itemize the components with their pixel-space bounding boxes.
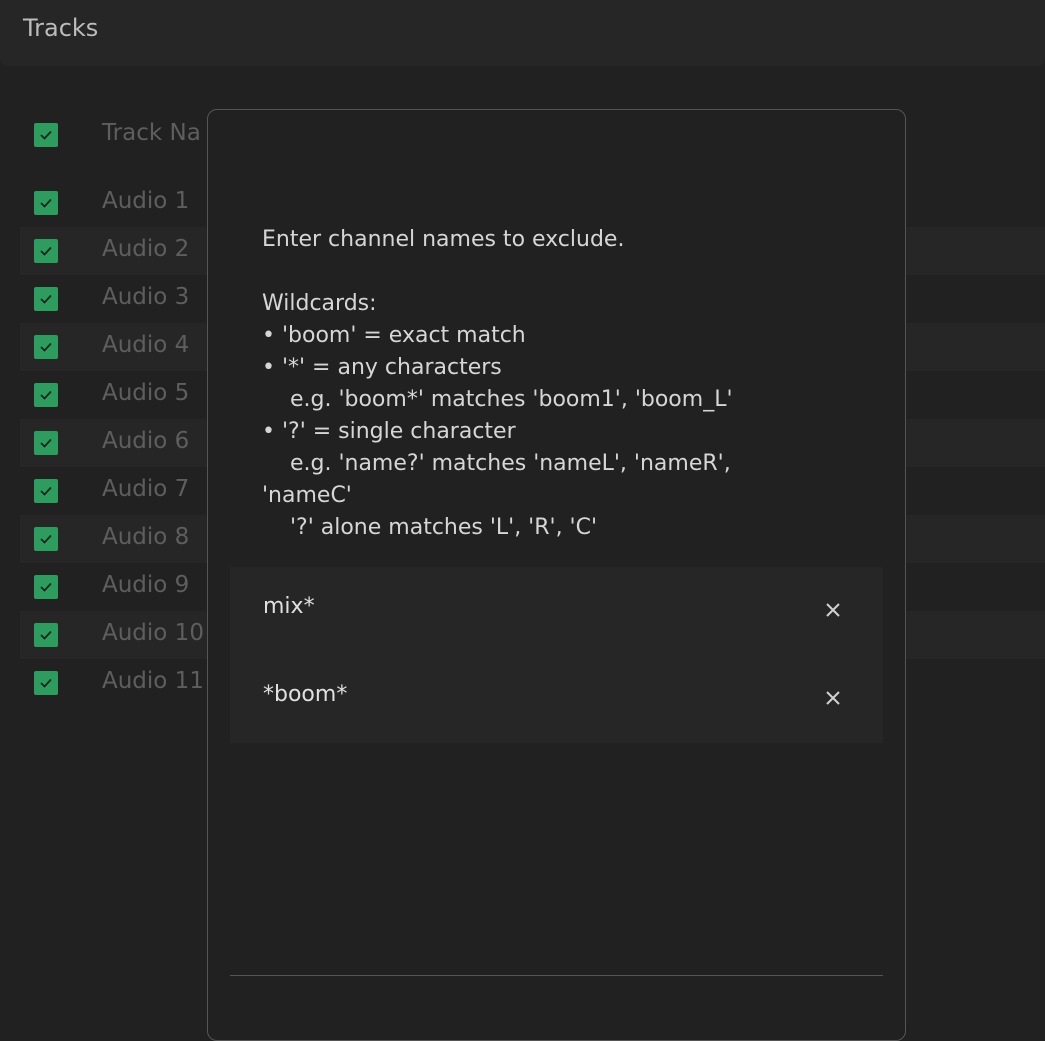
track-name: Audio 9 xyxy=(102,572,190,598)
track-checkbox[interactable] xyxy=(34,191,58,215)
tracks-header: Tracks xyxy=(0,0,1045,66)
dialog-divider xyxy=(230,975,883,976)
track-name: Audio 10 xyxy=(102,620,204,646)
check-icon xyxy=(40,246,52,256)
exclude-channels-dialog: Enter channel names to exclude. Wildcard… xyxy=(207,109,906,1041)
check-icon xyxy=(40,630,52,640)
track-checkbox[interactable] xyxy=(34,239,58,263)
check-icon xyxy=(40,198,52,208)
track-name: Audio 8 xyxy=(102,524,190,550)
check-icon xyxy=(40,390,52,400)
exclusion-list: mix* *boom* xyxy=(230,567,883,743)
track-name: Audio 7 xyxy=(102,476,190,502)
check-icon xyxy=(40,294,52,304)
check-icon xyxy=(40,438,52,448)
track-name: Audio 3 xyxy=(102,284,190,310)
column-header-track-name[interactable]: Track Na xyxy=(102,120,201,146)
check-icon xyxy=(40,342,52,352)
track-checkbox[interactable] xyxy=(34,575,58,599)
track-checkbox[interactable] xyxy=(34,431,58,455)
track-name: Audio 2 xyxy=(102,236,190,262)
check-icon xyxy=(40,534,52,544)
track-name: Audio 4 xyxy=(102,332,190,358)
exclusion-value: mix* xyxy=(263,594,315,619)
track-checkbox[interactable] xyxy=(34,623,58,647)
close-icon[interactable] xyxy=(824,689,842,707)
track-checkbox[interactable] xyxy=(34,479,58,503)
track-checkbox[interactable] xyxy=(34,383,58,407)
select-all-checkbox[interactable] xyxy=(34,123,58,147)
track-checkbox[interactable] xyxy=(34,671,58,695)
check-icon xyxy=(40,130,52,140)
track-name: Audio 1 xyxy=(102,188,190,214)
check-icon xyxy=(40,582,52,592)
check-icon xyxy=(40,678,52,688)
track-checkbox[interactable] xyxy=(34,335,58,359)
track-checkbox[interactable] xyxy=(34,527,58,551)
exclusion-item[interactable]: mix* xyxy=(230,567,883,655)
exclusion-item[interactable]: *boom* xyxy=(230,655,883,743)
exclusion-value: *boom* xyxy=(263,682,348,707)
track-name: Audio 11 xyxy=(102,668,204,694)
close-icon[interactable] xyxy=(824,601,842,619)
track-name: Audio 6 xyxy=(102,428,190,454)
track-name: Audio 5 xyxy=(102,380,190,406)
instructions-text: Enter channel names to exclude. Wildcard… xyxy=(262,227,733,540)
track-checkbox[interactable] xyxy=(34,287,58,311)
check-icon xyxy=(40,486,52,496)
header-title: Tracks xyxy=(23,14,99,42)
